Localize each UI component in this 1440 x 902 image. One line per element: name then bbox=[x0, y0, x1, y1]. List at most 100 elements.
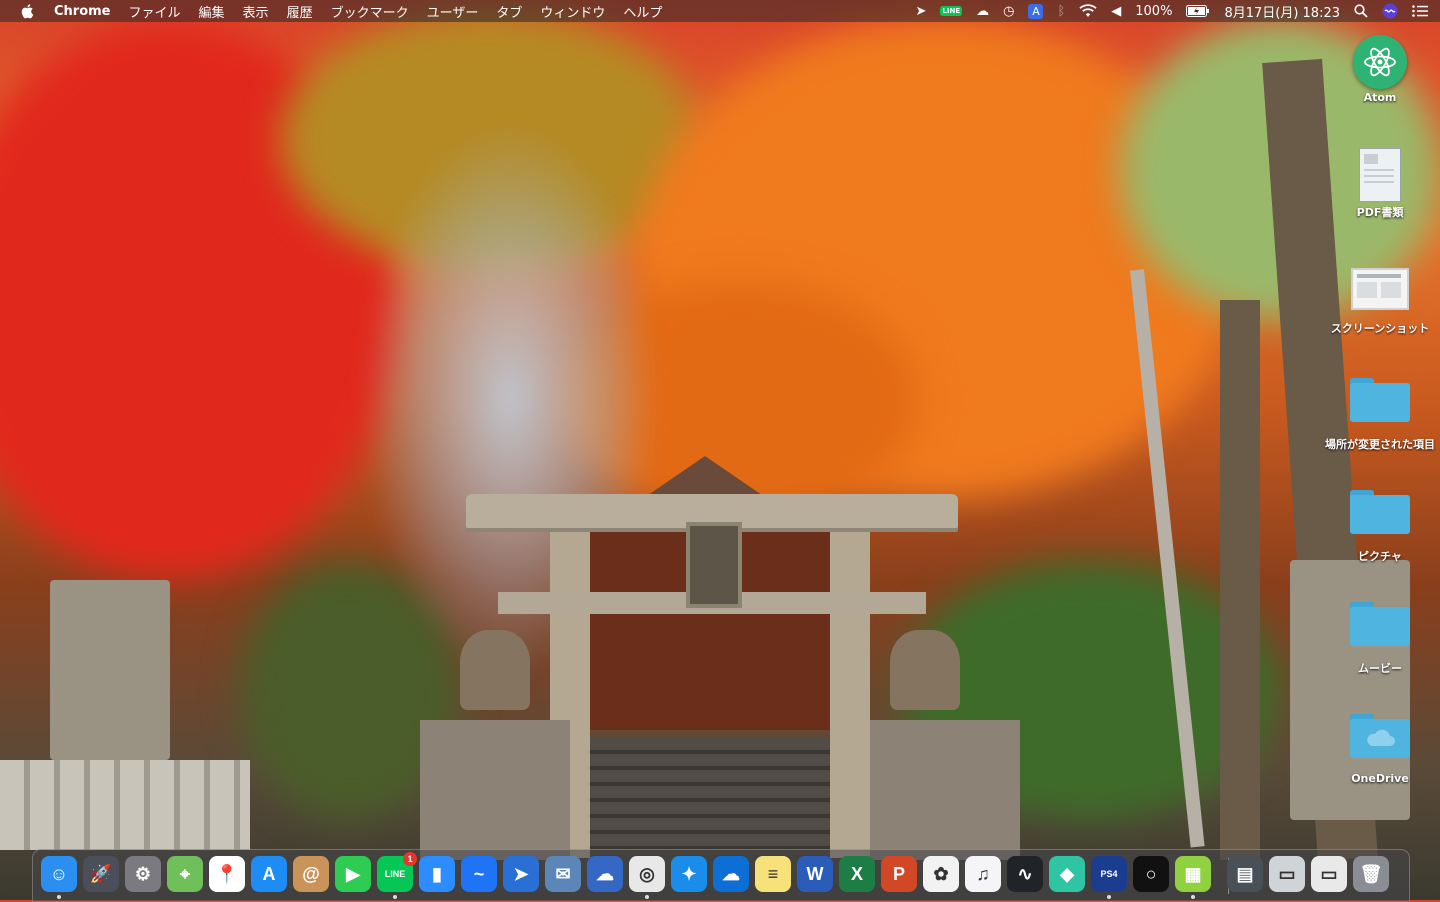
dock-item-bluestacks[interactable]: ▦ bbox=[1175, 856, 1211, 899]
input-source-indicator[interactable]: A bbox=[1021, 0, 1050, 22]
desktop-item-atom[interactable]: Atom bbox=[1320, 35, 1440, 104]
dock-item-line[interactable]: LINE 1 bbox=[377, 852, 417, 899]
dock-item-facetime[interactable]: ▶ bbox=[335, 856, 371, 892]
menu-user[interactable]: ユーザー bbox=[418, 2, 488, 21]
menu-bookmarks[interactable]: ブックマーク bbox=[322, 2, 418, 21]
komainu-left bbox=[460, 630, 530, 710]
google-maps-icon: 📍 bbox=[215, 863, 239, 884]
menu-view[interactable]: 表示 bbox=[234, 2, 278, 21]
stone-lantern-left bbox=[50, 580, 170, 760]
menu-edit[interactable]: 編集 bbox=[190, 2, 234, 21]
desktop-item-screenshot[interactable]: スクリーンショット bbox=[1320, 268, 1440, 336]
dock-item-send[interactable]: ➤ bbox=[503, 856, 539, 892]
menu-bar: Chrome ファイル 編集 表示 履歴 ブックマーク ユーザー タブ ウィンド… bbox=[0, 0, 1440, 22]
battery-charging-icon[interactable] bbox=[1179, 0, 1217, 22]
dock-item-preview[interactable]: ✉ bbox=[545, 856, 581, 892]
dock-item-powerpoint[interactable]: P bbox=[881, 856, 917, 892]
bluetooth-icon[interactable]: ᛒ bbox=[1050, 0, 1072, 22]
word-icon: W bbox=[806, 863, 824, 884]
activity-monitor-icon: ∿ bbox=[1017, 863, 1033, 884]
dock: ☺ 🚀 ⚙ ⌖ 📍 A @ ▶ LINE 1 ▮ ~ ➤ ✉ ☁ ◎ ✦ ☁ ≡ W X P ✿ ♫ ∿ ◆ PS4 ○ ▦ ▤ ▭ ▭ 🗑 bbox=[32, 849, 1410, 902]
dock-item-excel[interactable]: X bbox=[839, 856, 875, 892]
dock-item-notes[interactable]: ≡ bbox=[755, 856, 791, 892]
clock-datetime[interactable]: 8月17日(月) 18:23 bbox=[1217, 0, 1347, 22]
dock-item-obs[interactable]: ○ bbox=[1133, 856, 1169, 892]
desktop-item-pdf-documents[interactable]: PDF書類 bbox=[1320, 148, 1440, 220]
dock-item-messenger[interactable]: ~ bbox=[461, 856, 497, 892]
desktop-item-onedrive[interactable]: OneDrive bbox=[1320, 714, 1440, 785]
menu-help[interactable]: ヘルプ bbox=[614, 2, 671, 21]
running-indicator bbox=[393, 895, 397, 899]
send-icon: ➤ bbox=[513, 863, 529, 884]
chrome-icon: ◎ bbox=[639, 863, 655, 884]
apple-menu-icon[interactable] bbox=[20, 3, 36, 19]
dock-item-word[interactable]: W bbox=[797, 856, 833, 892]
desktop-item-label: スクリーンショット bbox=[1330, 322, 1430, 335]
dock-item-finder[interactable]: ☺ bbox=[41, 856, 77, 899]
launchpad-icon: 🚀 bbox=[89, 863, 113, 884]
desktop-item-label: PDF書類 bbox=[1356, 206, 1404, 219]
powerpoint-icon: P bbox=[892, 863, 905, 884]
torii-plaque bbox=[686, 522, 742, 608]
notes-icon: ≡ bbox=[767, 863, 779, 884]
desktop-item-label: OneDrive bbox=[1351, 772, 1409, 785]
sourcetree-icon: ◆ bbox=[1060, 863, 1074, 884]
music-icon: ♫ bbox=[976, 863, 990, 884]
notification-center-icon[interactable] bbox=[1405, 0, 1440, 22]
dock-item-music[interactable]: ♫ bbox=[965, 856, 1001, 892]
finder-icon: ☺ bbox=[49, 863, 69, 884]
spotlight-search-icon[interactable] bbox=[1347, 0, 1375, 22]
cloud-icon[interactable]: ☁ bbox=[969, 0, 996, 22]
line-status-icon[interactable]: LINE bbox=[933, 0, 969, 22]
location-arrow-icon[interactable]: ➤ bbox=[908, 0, 933, 22]
app-store-icon: A bbox=[262, 863, 276, 884]
pdf-document-icon bbox=[1359, 148, 1401, 202]
dock-item-google-maps[interactable]: 📍 bbox=[209, 856, 245, 892]
dock-item-contacts[interactable]: @ bbox=[293, 856, 329, 892]
dock-item-recent-window-2[interactable]: ▭ bbox=[1311, 856, 1347, 892]
time-machine-icon[interactable]: ◷ bbox=[996, 0, 1021, 22]
dock-item-sourcetree[interactable]: ◆ bbox=[1049, 856, 1085, 892]
obs-icon: ○ bbox=[1145, 863, 1157, 884]
dock-item-system-preferences[interactable]: ⚙ bbox=[125, 856, 161, 892]
menu-app-chrome[interactable]: Chrome bbox=[52, 4, 120, 19]
menu-window[interactable]: ウィンドウ bbox=[531, 2, 614, 21]
menu-history[interactable]: 履歴 bbox=[278, 2, 322, 21]
guardian-pedestal-right bbox=[870, 720, 1020, 860]
excel-icon: X bbox=[850, 863, 863, 884]
volume-icon[interactable]: ◀ bbox=[1104, 0, 1128, 22]
menu-file[interactable]: ファイル bbox=[120, 2, 190, 21]
dock-item-maps[interactable]: ⌖ bbox=[167, 856, 203, 892]
onedrive-icon: ☁ bbox=[722, 863, 740, 884]
dock-item-cloud-app[interactable]: ☁ bbox=[587, 856, 623, 892]
dock-item-zoom[interactable]: ▮ bbox=[419, 856, 455, 892]
guardian-pedestal-left bbox=[420, 720, 570, 860]
dock-item-recent-window-1[interactable]: ▭ bbox=[1269, 856, 1305, 892]
menu-tab[interactable]: タブ bbox=[487, 2, 531, 21]
desktop-item-movies[interactable]: ムービー bbox=[1320, 602, 1440, 676]
dock-item-safari[interactable]: ✦ bbox=[671, 856, 707, 892]
dock-item-trash[interactable]: 🗑 bbox=[1353, 856, 1389, 892]
desktop-item-relocated-items[interactable]: 場所が変更された項目 bbox=[1320, 378, 1440, 452]
recent-window-1-icon: ▭ bbox=[1278, 863, 1296, 884]
dock-item-onedrive[interactable]: ☁ bbox=[713, 856, 749, 892]
siri-icon[interactable] bbox=[1375, 0, 1405, 22]
battery-percent[interactable]: 100% bbox=[1128, 0, 1179, 22]
dock-item-activity-monitor[interactable]: ∿ bbox=[1007, 856, 1043, 892]
dock-item-recent-app[interactable]: ▤ bbox=[1227, 856, 1263, 892]
tree-trunk-right-2 bbox=[1220, 300, 1260, 860]
dock-item-chrome[interactable]: ◎ bbox=[629, 856, 665, 899]
photos-icon: ✿ bbox=[933, 863, 949, 884]
contacts-icon: @ bbox=[302, 863, 320, 884]
dock-item-photos[interactable]: ✿ bbox=[923, 856, 959, 892]
stone-fence-left bbox=[0, 760, 250, 850]
folder-icon bbox=[1350, 490, 1410, 534]
desktop-item-pictures[interactable]: ピクチャ bbox=[1320, 490, 1440, 564]
dock-item-launchpad[interactable]: 🚀 bbox=[83, 856, 119, 892]
zoom-icon: ▮ bbox=[432, 863, 442, 884]
dock-item-app-store[interactable]: A bbox=[251, 856, 287, 892]
dock-item-ps4-remote-play[interactable]: PS4 bbox=[1091, 856, 1127, 899]
wifi-icon[interactable] bbox=[1072, 0, 1104, 22]
messenger-icon: ~ bbox=[473, 863, 485, 884]
desktop-item-label: ピクチャ bbox=[1358, 550, 1402, 563]
